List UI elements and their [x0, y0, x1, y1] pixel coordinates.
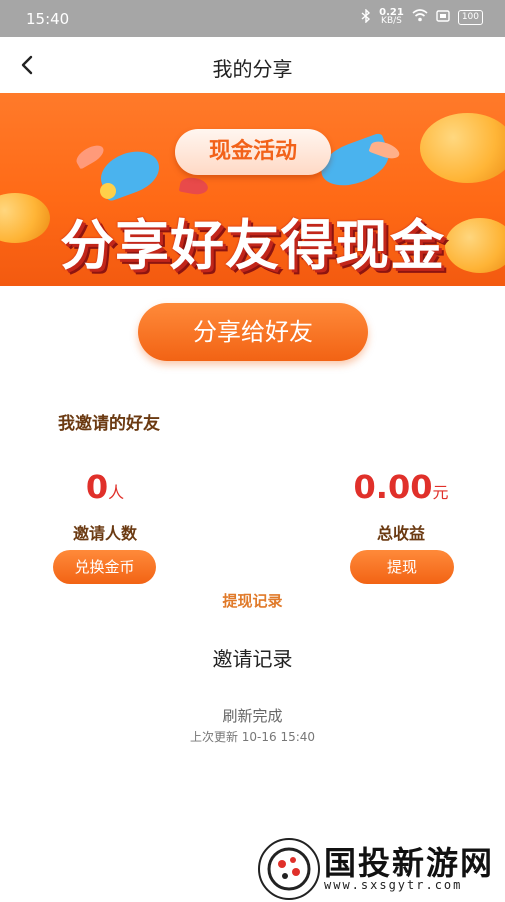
invite-count-value: 0 [85, 468, 109, 506]
promo-banner: 现金活动 分享好友得现金 [0, 93, 505, 286]
exchange-coins-button[interactable]: 兑换金币 [53, 550, 156, 584]
invited-friends-label: 我邀请的好友 [58, 414, 160, 434]
network-speed: 0.21 KB/S [379, 7, 404, 26]
page-title: 我的分享 [212, 57, 293, 81]
wifi-icon [412, 9, 428, 25]
status-bar: 15:40 0.21 KB/S 100 [0, 0, 505, 37]
splash-decoration [178, 175, 210, 197]
battery-icon: 100 [457, 9, 483, 25]
total-income-value: 0.00 [353, 468, 433, 506]
last-update-time: 上次更新 10-16 15:40 [189, 730, 316, 744]
coin-decoration [420, 113, 505, 183]
watermark-logo-icon [258, 838, 320, 900]
splash-decoration [100, 183, 116, 199]
share-to-friends-button[interactable]: 分享给好友 [138, 303, 368, 361]
watermark: 国投新游网 www.sxsgytr.com [258, 838, 498, 900]
watermark-url: www.sxsgytr.com [324, 878, 463, 892]
invite-record-title: 邀请记录 [212, 647, 293, 671]
banner-headline: 分享好友得现金 [60, 214, 445, 277]
status-icons: 0.21 KB/S 100 [361, 8, 483, 26]
total-income-caption: 总收益 [376, 524, 425, 543]
status-time: 15:40 [26, 10, 70, 28]
invite-count-stat: 0人 邀请人数 [40, 468, 170, 543]
navbar: 我的分享 [0, 37, 505, 93]
invite-count-unit: 人 [108, 483, 125, 502]
withdraw-record-link[interactable]: 提现记录 [0, 590, 505, 611]
banner-tag: 现金活动 [175, 129, 331, 175]
sim-icon [436, 9, 450, 25]
splash-decoration [73, 141, 107, 170]
total-income-unit: 元 [432, 483, 449, 502]
refresh-status: 刷新完成 [222, 707, 283, 725]
total-income-stat: 0.00元 总收益 [336, 468, 466, 543]
withdraw-button[interactable]: 提现 [350, 550, 454, 584]
bluetooth-icon [361, 7, 371, 26]
invite-count-caption: 邀请人数 [72, 524, 137, 543]
